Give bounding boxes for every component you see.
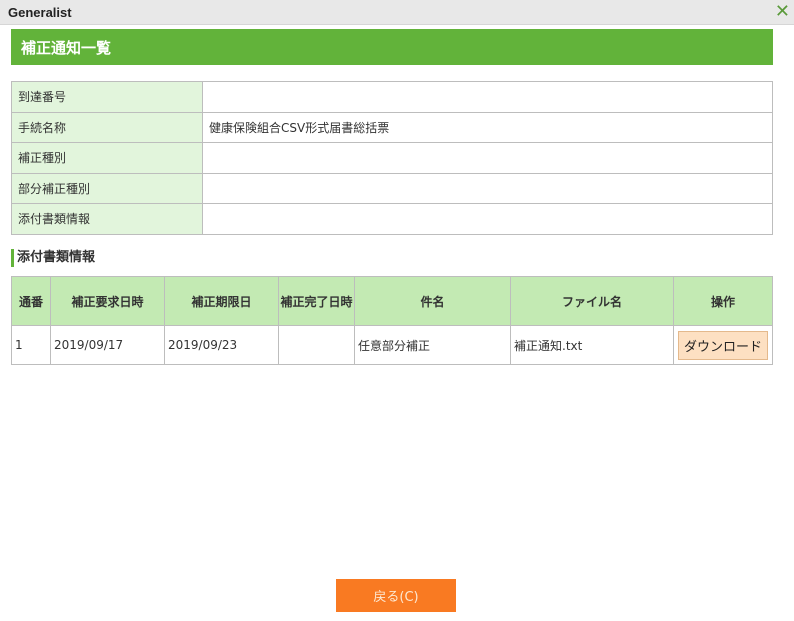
cell-no: 1 [11, 325, 51, 365]
info-row: 補正種別 [11, 142, 773, 174]
info-row: 到達番号 [11, 81, 773, 113]
info-value [202, 142, 773, 174]
info-label: 到達番号 [11, 81, 203, 113]
col-header: 件名 [354, 276, 511, 326]
cell-deadline: 2019/09/23 [164, 325, 279, 365]
info-label: 添付書類情報 [11, 203, 203, 235]
col-header: 補正完了日時 [278, 276, 355, 326]
info-label: 部分補正種別 [11, 172, 203, 204]
info-row: 部分補正種別 [11, 172, 773, 204]
cell-subject: 任意部分補正 [354, 325, 511, 365]
close-icon[interactable]: ✕ [775, 1, 790, 22]
window-title: Generalist [8, 5, 72, 20]
col-header: 補正要求日時 [50, 276, 165, 326]
info-value [202, 81, 773, 113]
cell-action: ダウンロード [673, 325, 773, 365]
download-button[interactable]: ダウンロード [677, 330, 768, 360]
back-button[interactable]: 戻る(C) [336, 579, 456, 612]
cell-file: 補正通知.txt [510, 325, 674, 365]
info-row: 添付書類情報 [11, 203, 773, 235]
table-header-row: 通番 補正要求日時 補正期限日 補正完了日時 件名 ファイル名 操作 [11, 276, 773, 326]
info-table: 到達番号 手続名称 健康保険組合CSV形式届書総括票 補正種別 部分補正種別 添付… [11, 81, 773, 235]
col-header: 操作 [673, 276, 773, 326]
info-label: 補正種別 [11, 142, 203, 174]
col-header: 補正期限日 [164, 276, 279, 326]
info-value [202, 203, 773, 235]
attachments-table: 通番 補正要求日時 補正期限日 補正完了日時 件名 ファイル名 操作 1 201… [11, 276, 773, 365]
page-title: 補正通知一覧 [11, 29, 773, 65]
info-value [202, 172, 773, 204]
table-row: 1 2019/09/17 2019/09/23 任意部分補正 補正通知.txt … [11, 325, 773, 365]
info-row: 手続名称 健康保険組合CSV形式届書総括票 [11, 111, 773, 143]
window-titlebar: Generalist ✕ [0, 0, 794, 25]
cell-request: 2019/09/17 [50, 325, 165, 365]
cell-completed [278, 325, 355, 365]
info-label: 手続名称 [11, 111, 203, 143]
section-title: 添付書類情報 [11, 249, 95, 267]
info-value: 健康保険組合CSV形式届書総括票 [202, 111, 773, 143]
col-header: ファイル名 [510, 276, 674, 326]
col-header: 通番 [11, 276, 51, 326]
